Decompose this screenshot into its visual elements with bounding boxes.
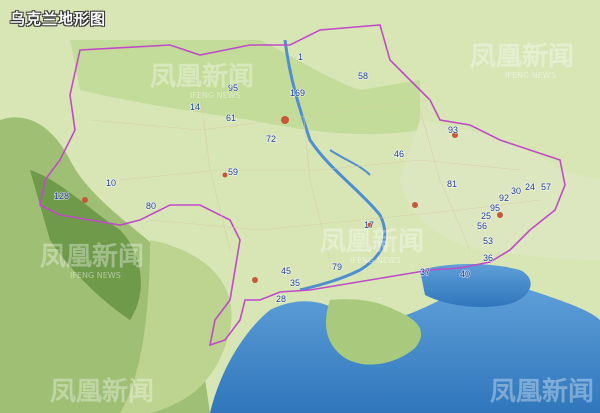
region-number: 10 <box>106 178 116 188</box>
region-number: 53 <box>483 236 493 246</box>
region-number: 36 <box>483 253 493 263</box>
region-number: 40 <box>460 269 470 279</box>
watermark-text: 凤凰新闻 <box>490 376 594 407</box>
region-number: 56 <box>477 221 487 231</box>
watermark-text: 凤凰新闻 <box>40 241 144 272</box>
watermark-subtext: IFENG NEWS <box>350 256 401 265</box>
region-number: 58 <box>358 71 368 81</box>
region-number: 14 <box>190 102 200 112</box>
watermark-text: 凤凰新闻 <box>150 61 254 92</box>
region-number: 93 <box>448 125 458 135</box>
watermark-text: 凤凰新闻 <box>50 376 154 407</box>
region-number: 72 <box>266 134 276 144</box>
watermark-subtext: IFENG NEWS <box>505 71 556 80</box>
region-number: 37 <box>420 267 430 277</box>
region-number: 46 <box>394 149 404 159</box>
region-number: 1 <box>298 52 303 62</box>
region-number: 28 <box>276 294 286 304</box>
region-number: 24 <box>525 182 535 192</box>
region-number: 61 <box>226 113 236 123</box>
region-number: 92 <box>499 193 509 203</box>
region-number: 81 <box>447 179 457 189</box>
region-number: 79 <box>332 262 342 272</box>
region-number: 169 <box>290 88 305 98</box>
watermark-text: 凤凰新闻 <box>320 226 424 257</box>
region-number: 35 <box>290 278 300 288</box>
map-frame: 1 58 95 169 14 61 72 93 46 59 10 81 128 … <box>0 0 600 413</box>
region-number: 59 <box>228 167 238 177</box>
region-number: 30 <box>511 186 521 196</box>
watermark-subtext: IFENG NEWS <box>70 271 121 280</box>
watermark-subtext: IFENG NEWS <box>190 91 241 100</box>
region-number: 80 <box>146 201 156 211</box>
watermark-text: 凤凰新闻 <box>470 41 574 72</box>
terrain-map: 1 58 95 169 14 61 72 93 46 59 10 81 128 … <box>0 0 600 413</box>
region-number: 95 <box>490 203 500 213</box>
map-title: 乌克兰地形图 <box>10 10 107 28</box>
region-number: 128 <box>54 191 69 201</box>
region-number: 25 <box>481 211 491 221</box>
region-number: 45 <box>281 266 291 276</box>
region-number: 57 <box>541 182 551 192</box>
